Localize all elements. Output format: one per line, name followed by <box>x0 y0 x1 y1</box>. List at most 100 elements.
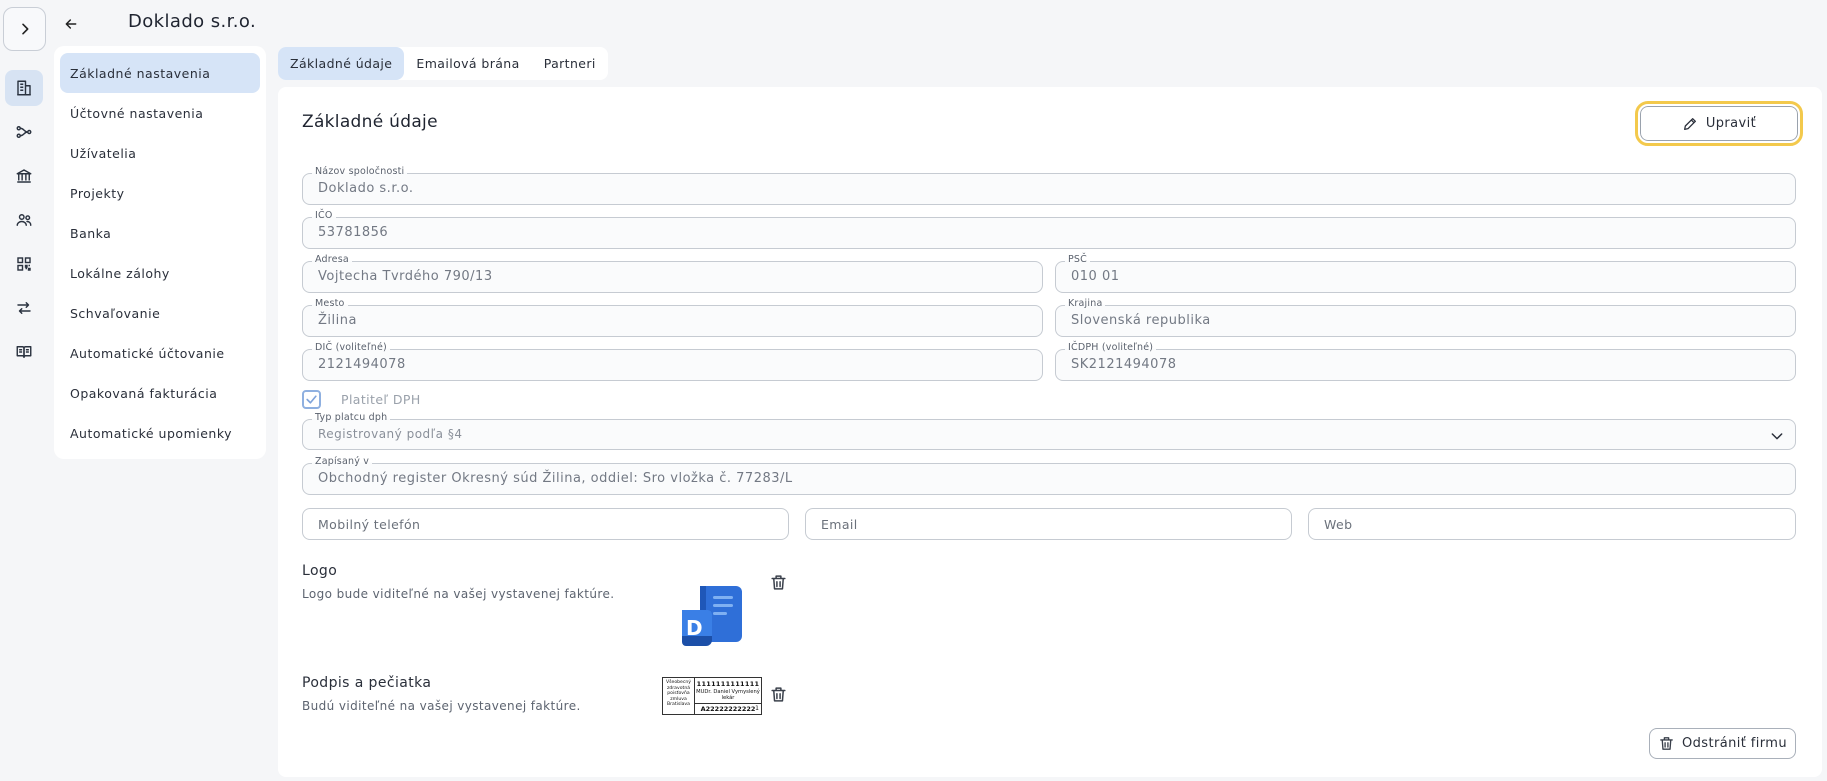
company-logo: D <box>680 582 744 648</box>
web-placeholder: Web <box>1324 517 1353 532</box>
ico-label: IČO <box>312 210 336 222</box>
city-label: Mesto <box>312 298 348 310</box>
country-field[interactable]: Krajina Slovenská republika <box>1055 298 1796 337</box>
tab-bar: Základné údaje Emailová brána Partneri <box>278 47 608 80</box>
delete-company-label: Odstrániť firmu <box>1682 736 1787 751</box>
stamp-left-text: Všeobecný zdravotná poisťovňa zmluva Bra… <box>663 678 695 714</box>
nav-item-auto-reminders[interactable]: Automatické upomienky <box>60 413 260 453</box>
registered-in-field[interactable]: Zapísaný v Obchodný register Okresný súd… <box>302 456 1796 495</box>
ico-value: 53781856 <box>318 225 389 240</box>
basic-info-card: Základné údaje Upraviť Názov spoločnosti… <box>278 87 1822 777</box>
nav-item-local-backups[interactable]: Lokálne zálohy <box>60 253 260 293</box>
rail-item-docs[interactable] <box>5 334 43 370</box>
delete-logo-button[interactable] <box>767 571 789 593</box>
back-button[interactable] <box>60 13 82 35</box>
trash-icon <box>770 574 786 590</box>
rail-item-transfers[interactable] <box>5 290 43 326</box>
stamp-number: 1111111111111 <box>696 680 760 688</box>
users-icon <box>16 214 32 226</box>
nav-item-bank[interactable]: Banka <box>60 213 260 253</box>
delete-company-button[interactable]: Odstrániť firmu <box>1649 728 1796 759</box>
web-input[interactable]: Web <box>1308 508 1796 540</box>
rail-item-workflow[interactable] <box>5 114 43 150</box>
delete-signature-button[interactable] <box>767 683 789 705</box>
arrow-left-icon <box>65 19 77 29</box>
signature-section-description: Budú viditeľné na vašej vystavenej faktú… <box>302 699 581 713</box>
address-label: Adresa <box>312 254 352 266</box>
icon-rail <box>0 0 48 781</box>
psc-field[interactable]: PSČ 010 01 <box>1055 254 1796 293</box>
nav-item-recurring-invoicing[interactable]: Opakovaná fakturácia <box>60 373 260 413</box>
swap-arrows-icon <box>17 302 31 314</box>
company-name-value: Doklado s.r.o. <box>318 181 414 196</box>
mobile-phone-placeholder: Mobilný telefón <box>318 517 421 532</box>
address-field[interactable]: Adresa Vojtecha Tvrdého 790/13 <box>302 254 1043 293</box>
flow-icon <box>16 126 32 138</box>
icdph-value: SK2121494078 <box>1071 357 1177 372</box>
bank-icon <box>16 169 32 183</box>
country-value: Slovenská republika <box>1071 313 1211 328</box>
logo-section-title: Logo <box>302 563 338 579</box>
settings-nav: Základné nastavenia Účtovné nastavenia U… <box>54 46 266 459</box>
dic-value: 2121494078 <box>318 357 406 372</box>
company-name-field[interactable]: Názov spoločnosti Doklado s.r.o. <box>302 166 1796 205</box>
stamp-code: A22222222222 <box>695 703 761 713</box>
page-title: Doklado s.r.o. <box>128 11 257 32</box>
rail-item-partners[interactable] <box>5 202 43 238</box>
city-value: Žilina <box>318 313 357 328</box>
company-name-label: Názov spoločnosti <box>312 166 408 178</box>
nav-item-projects[interactable]: Projekty <box>60 173 260 213</box>
rail-item-qr[interactable] <box>5 246 43 282</box>
vat-type-value: Registrovaný podľa §4 <box>318 427 463 441</box>
ico-field[interactable]: IČO 53781856 <box>302 210 1796 249</box>
nav-item-auto-accounting[interactable]: Automatické účtovanie <box>60 333 260 373</box>
nav-item-approval[interactable]: Schvaľovanie <box>60 293 260 333</box>
vat-type-label: Typ platcu dph <box>312 412 391 424</box>
qr-code-icon <box>17 257 31 271</box>
vat-payer-checkbox[interactable] <box>302 390 321 409</box>
vat-payer-row: Platiteľ DPH <box>302 390 421 409</box>
card-title: Základné údaje <box>302 112 438 132</box>
dic-field[interactable]: DIČ (voliteľné) 2121494078 <box>302 342 1043 381</box>
rail-item-companies[interactable] <box>5 70 43 106</box>
country-label: Krajina <box>1065 298 1106 310</box>
icdph-field[interactable]: IČDPH (voliteľné) SK2121494078 <box>1055 342 1796 381</box>
nav-item-users[interactable]: Užívatelia <box>60 133 260 173</box>
stamp-name: MUDr. Daniel Vymyslený lekár <box>696 689 760 701</box>
nav-item-basic-settings[interactable]: Základné nastavenia <box>60 53 260 93</box>
registered-in-value: Obchodný register Okresný súd Žilina, od… <box>318 471 793 486</box>
signature-stamp-image: Všeobecný zdravotná poisťovňa zmluva Bra… <box>662 677 762 715</box>
mobile-phone-input[interactable]: Mobilný telefón <box>302 508 789 540</box>
signature-section-title: Podpis a pečiatka <box>302 675 432 691</box>
email-input[interactable]: Email <box>805 508 1292 540</box>
book-icon <box>16 346 32 358</box>
tab-basic-info[interactable]: Základné údaje <box>278 47 405 80</box>
building-icon <box>17 80 31 96</box>
trash-icon <box>1660 737 1673 750</box>
chevron-right-icon <box>21 23 28 35</box>
psc-value: 010 01 <box>1071 269 1120 284</box>
chevron-down-icon <box>1771 433 1783 440</box>
dic-label: DIČ (voliteľné) <box>312 342 390 354</box>
nav-item-accounting-settings[interactable]: Účtovné nastavenia <box>60 93 260 133</box>
psc-label: PSČ <box>1065 254 1090 266</box>
tab-email-gateway[interactable]: Emailová brána <box>404 47 531 80</box>
icdph-label: IČDPH (voliteľné) <box>1065 342 1157 354</box>
tab-partners[interactable]: Partneri <box>532 47 608 80</box>
rail-item-bank[interactable] <box>5 158 43 194</box>
address-value: Vojtecha Tvrdého 790/13 <box>318 269 493 284</box>
edit-button[interactable]: Upraviť <box>1635 101 1803 146</box>
check-icon <box>306 395 317 404</box>
edit-button-label: Upraviť <box>1705 116 1757 131</box>
stamp-suffix: 1 <box>755 705 759 712</box>
logo-section-description: Logo bude viditeľné na vašej vystavenej … <box>302 587 615 601</box>
pencil-icon <box>1683 117 1696 130</box>
email-placeholder: Email <box>821 517 858 532</box>
city-field[interactable]: Mesto Žilina <box>302 298 1043 337</box>
logo-letter: D <box>686 616 703 640</box>
vat-type-select[interactable]: Typ platcu dph Registrovaný podľa §4 <box>302 412 1796 450</box>
expand-sidebar-button[interactable] <box>3 7 46 51</box>
registered-in-label: Zapísaný v <box>312 456 373 468</box>
vat-payer-label: Platiteľ DPH <box>341 392 421 407</box>
trash-icon <box>770 686 786 702</box>
